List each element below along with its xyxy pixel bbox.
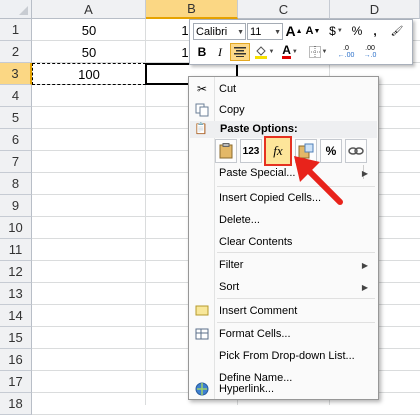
font-color-button[interactable]: A ▼ (278, 43, 302, 61)
menu-item-format-cells[interactable]: Format Cells... (189, 323, 378, 345)
increase-decimal-button[interactable]: .0 ←.00 (336, 43, 356, 61)
row-header-2[interactable]: 2 (0, 41, 32, 63)
row-header-6[interactable]: 6 (0, 129, 32, 151)
grow-font-button[interactable]: A ▲ (285, 22, 302, 40)
menu-item-filter[interactable]: Filter ▶ (189, 254, 378, 276)
chevron-right-icon: ▶ (361, 260, 368, 270)
decrease-decimal-button[interactable]: .00 →.0 (360, 43, 380, 61)
column-header-a[interactable]: A (32, 0, 146, 19)
bold-button[interactable]: B (194, 43, 210, 61)
comma-style-button[interactable]: , (368, 22, 382, 40)
row-header-13[interactable]: 13 (0, 283, 32, 305)
font-size-value: 11 (250, 26, 262, 38)
paint-brush-icon: 🖌 (390, 25, 404, 37)
row-header-1[interactable]: 1 (0, 19, 32, 41)
arrow-left-icon: ←.00 (337, 52, 355, 59)
clipboard-icon: 📋 (194, 123, 208, 135)
column-header-c[interactable]: C (238, 0, 330, 19)
menu-item-sort[interactable]: Sort ▶ (189, 276, 378, 298)
row-header-15[interactable]: 15 (0, 327, 32, 349)
link-icon (348, 147, 364, 155)
column-header-d[interactable]: D (330, 0, 420, 19)
scissors-icon: ✂ (196, 82, 208, 96)
borders-icon (308, 46, 321, 58)
paint-bucket-icon (254, 46, 267, 59)
menu-item-copy[interactable]: Copy (189, 99, 378, 121)
cell-a2[interactable]: 50 (32, 42, 146, 63)
menu-item-clear-contents[interactable]: Clear Contents (189, 231, 378, 253)
row-header-4[interactable]: 4 (0, 85, 32, 107)
row-header-3[interactable]: 3 (0, 63, 32, 85)
menu-item-pick-from-dropdown[interactable]: Pick From Drop-down List... (189, 345, 378, 367)
column-header-b[interactable]: B (146, 0, 238, 19)
mini-toolbar: Calibri ▼ 11 ▼ A ▲ A ▼ $ ▼ % , 🖌 B I ▼ A ▼ … (189, 19, 413, 65)
annotation-arrow-icon (294, 156, 343, 205)
row-header-14[interactable]: 14 (0, 305, 32, 327)
menu-separator (217, 298, 375, 299)
row-header-12[interactable]: 12 (0, 261, 32, 283)
font-name-box[interactable]: Calibri ▼ (193, 23, 246, 40)
row-header-17[interactable]: 17 (0, 371, 32, 393)
menu-separator (217, 252, 375, 253)
paste-button[interactable] (215, 139, 237, 163)
chevron-right-icon: ▶ (361, 282, 368, 292)
arrow-right-icon: →.0 (363, 52, 377, 59)
row-header-8[interactable]: 8 (0, 173, 32, 195)
copy-marquee (32, 63, 146, 85)
menu-item-insert-comment[interactable]: Insert Comment (189, 300, 378, 322)
percent-style-button[interactable]: % (350, 22, 364, 40)
font-size-box[interactable]: 11 ▼ (247, 23, 283, 40)
chevron-down-icon[interactable]: ▼ (237, 24, 244, 41)
comment-icon (194, 303, 210, 319)
italic-button[interactable]: I (212, 43, 228, 61)
center-align-button[interactable] (230, 43, 250, 61)
format-cells-icon (194, 326, 210, 342)
borders-button[interactable]: ▼ (306, 43, 330, 61)
row-header-16[interactable]: 16 (0, 349, 32, 371)
chevron-down-icon: ▼ (336, 28, 343, 34)
menu-item-cut[interactable]: ✂ Cut (189, 78, 378, 100)
chevron-down-icon: ▼ (268, 49, 275, 55)
copy-icon (194, 102, 210, 118)
menu-item-hyperlink[interactable]: Hyperlink... (189, 378, 378, 400)
chevron-down-icon[interactable]: ▼ (274, 24, 281, 41)
chevron-right-icon: ▶ (361, 168, 368, 178)
format-painter-button[interactable]: 🖌 (386, 22, 408, 40)
clipboard-icon (219, 143, 233, 159)
row-header-5[interactable]: 5 (0, 107, 32, 129)
align-center-icon (234, 47, 246, 57)
menu-item-delete[interactable]: Delete... (189, 209, 378, 231)
row-header-9[interactable]: 9 (0, 195, 32, 217)
currency-format-button[interactable]: $ ▼ (326, 22, 346, 40)
select-all-corner[interactable] (0, 0, 32, 19)
paste-values-button[interactable]: 123 (240, 139, 262, 163)
fill-color-button[interactable]: ▼ (252, 43, 276, 61)
row-header-11[interactable]: 11 (0, 239, 32, 261)
chevron-down-icon: ▼ (321, 49, 328, 55)
shrink-font-button[interactable]: A ▼ (305, 22, 321, 40)
font-name-value: Calibri (196, 26, 228, 38)
cell-a1[interactable]: 50 (32, 20, 146, 41)
row-header-18[interactable]: 18 (0, 393, 32, 415)
row-header-10[interactable]: 10 (0, 217, 32, 239)
globe-link-icon (194, 381, 210, 397)
row-header-7[interactable]: 7 (0, 151, 32, 173)
chevron-down-icon: ▼ (291, 49, 298, 55)
context-menu: ✂ Cut Copy 📋 Paste Options: 123 fx % Pas… (188, 76, 379, 400)
